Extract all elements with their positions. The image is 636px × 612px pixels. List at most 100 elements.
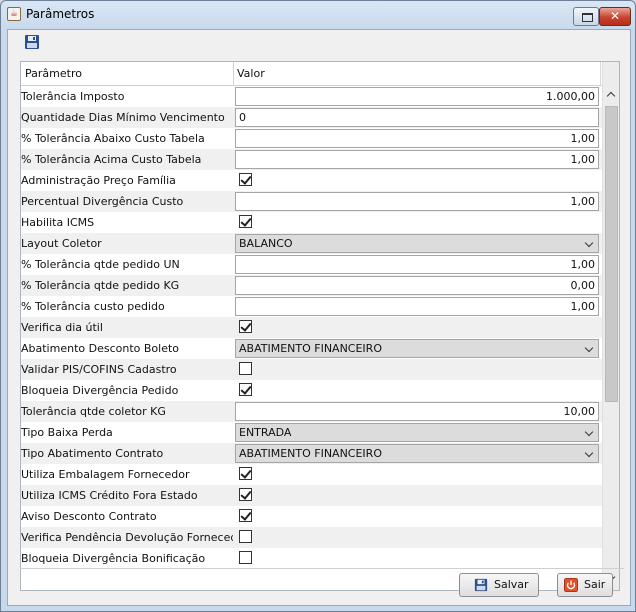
parameter-label: Tipo Abatimento Contrato: [21, 447, 164, 460]
parameter-label: Utiliza ICMS Crédito Fora Estado: [21, 489, 198, 502]
table-row: Tipo Abatimento Contrato ABATIMENTO FINAN…: [21, 443, 602, 464]
parameter-checkbox[interactable]: [239, 467, 252, 480]
parameter-value-field[interactable]: 1.000,00: [235, 87, 599, 106]
parameter-value-cell: 1,00: [235, 129, 599, 148]
parameter-label: Layout Coletor: [21, 237, 102, 250]
vertical-scrollbar[interactable]: [602, 62, 619, 590]
floppy-disk-icon: [474, 578, 488, 592]
parameter-value-cell: [235, 528, 599, 547]
parameters-table: Parâmetro Valor Tolerância Imposto 1.000,…: [20, 61, 620, 591]
parameter-value-field[interactable]: 0,00: [235, 276, 599, 295]
table-header: Parâmetro Valor: [21, 62, 602, 86]
parameter-label: Bloqueia Divergência Bonificação: [21, 552, 206, 565]
save-button[interactable]: Salvar: [459, 573, 539, 597]
java-cup-icon: ☕: [7, 7, 21, 21]
parameter-label: Tolerância Imposto: [21, 90, 125, 103]
parameter-label: % Tolerância qtde pedido KG: [21, 279, 180, 292]
column-header-parametro[interactable]: Parâmetro: [25, 62, 82, 86]
parameter-value-field[interactable]: 1,00: [235, 297, 599, 316]
parameter-value-select[interactable]: BALANCO: [235, 234, 599, 253]
table-row: Bloqueia Divergência Pedido: [21, 380, 602, 401]
parameter-label: % Tolerância qtde pedido UN: [21, 258, 180, 271]
parameter-checkbox[interactable]: [239, 488, 252, 501]
scroll-thumb[interactable]: [605, 106, 618, 402]
table-row: Verifica Pendência Devolução Fornecedor: [21, 527, 602, 548]
table-row: % Tolerância qtde pedido UN 1,00: [21, 254, 602, 275]
table-row: % Tolerância Acima Custo Tabela 1,00: [21, 149, 602, 170]
parameter-value-cell: [235, 360, 599, 379]
parameter-label: Administração Preço Família: [21, 174, 176, 187]
parameter-checkbox[interactable]: [239, 551, 252, 564]
table-row: Administração Preço Família: [21, 170, 602, 191]
parameter-value-field[interactable]: 10,00: [235, 402, 599, 421]
parameter-checkbox[interactable]: [239, 173, 252, 186]
parameter-value-cell: 1,00: [235, 192, 599, 211]
select-value: ENTRADA: [239, 426, 292, 439]
table-body: Tolerância Imposto 1.000,00 Quantidade Dia…: [21, 86, 602, 590]
close-button[interactable]: ✕: [599, 7, 631, 26]
parameter-value-cell: 1,00: [235, 255, 599, 274]
title-bar[interactable]: ☕ Parâmetros ✕: [1, 1, 635, 29]
parameter-checkbox[interactable]: [239, 530, 252, 543]
table-row: % Tolerância Abaixo Custo Tabela 1,00: [21, 128, 602, 149]
parameter-label: Habilita ICMS: [21, 216, 95, 229]
table-row: Percentual Divergência Custo 1,00: [21, 191, 602, 212]
parameter-value-field[interactable]: 0: [235, 108, 599, 127]
parameter-value-cell: [235, 486, 599, 505]
chevron-down-icon: [584, 448, 594, 458]
parameter-label: Tolerância qtde coletor KG: [21, 405, 166, 418]
parameter-value-cell: 0,00: [235, 276, 599, 295]
chevron-down-icon: [584, 238, 594, 248]
parameter-value-cell: BALANCO: [235, 234, 599, 253]
scroll-up-button[interactable]: [603, 86, 620, 103]
table-row: % Tolerância custo pedido 1,00: [21, 296, 602, 317]
parameter-checkbox[interactable]: [239, 362, 252, 375]
table-row: Layout Coletor BALANCO: [21, 233, 602, 254]
table-row: Quantidade Dias Mínimo Vencimento 0: [21, 107, 602, 128]
parameter-value-cell: [235, 213, 599, 232]
parameter-value-select[interactable]: ENTRADA: [235, 423, 599, 442]
parameter-value-cell: 10,00: [235, 402, 599, 421]
parameter-value-cell: [235, 465, 599, 484]
maximize-button[interactable]: [573, 7, 599, 26]
select-value: ABATIMENTO FINANCEIRO: [239, 342, 382, 355]
column-header-valor[interactable]: Valor: [237, 62, 265, 86]
column-divider-right: [600, 62, 601, 86]
parameter-label: % Tolerância Abaixo Custo Tabela: [21, 132, 205, 145]
button-bar: Salvar Sair: [20, 568, 624, 602]
chevron-down-icon: [584, 427, 594, 437]
exit-button-label: Sair: [584, 578, 606, 591]
parameter-checkbox[interactable]: [239, 320, 252, 333]
save-button-label: Salvar: [494, 578, 529, 591]
parameter-checkbox[interactable]: [239, 215, 252, 228]
parameter-checkbox[interactable]: [239, 509, 252, 522]
parameter-value-cell: [235, 381, 599, 400]
parameter-checkbox[interactable]: [239, 383, 252, 396]
parameter-value-field[interactable]: 1,00: [235, 192, 599, 211]
table-row: Habilita ICMS: [21, 212, 602, 233]
parameter-label: % Tolerância Acima Custo Tabela: [21, 153, 202, 166]
table-row: Validar PIS/COFINS Cadastro: [21, 359, 602, 380]
parameter-value-select[interactable]: ABATIMENTO FINANCEIRO: [235, 444, 599, 463]
table-row: Abatimento Desconto Boleto ABATIMENTO FIN…: [21, 338, 602, 359]
parameter-label: Aviso Desconto Contrato: [21, 510, 157, 523]
parameter-label: Tipo Baixa Perda: [21, 426, 113, 439]
parameter-value-field[interactable]: 1,00: [235, 129, 599, 148]
client-area: Parâmetro Valor Tolerância Imposto 1.000,…: [7, 29, 631, 606]
table-row: Tipo Baixa Perda ENTRADA: [21, 422, 602, 443]
chevron-down-icon: [584, 343, 594, 353]
table-row: Verifica dia útil: [21, 317, 602, 338]
exit-button[interactable]: Sair: [557, 573, 613, 597]
select-value: BALANCO: [239, 237, 293, 250]
select-value: ABATIMENTO FINANCEIRO: [239, 447, 382, 460]
parameter-value-cell: ENTRADA: [235, 423, 599, 442]
column-divider[interactable]: [233, 62, 234, 86]
floppy-disk-icon[interactable]: [24, 34, 40, 50]
parameter-label: Percentual Divergência Custo: [21, 195, 184, 208]
table-row: Utiliza ICMS Crédito Fora Estado: [21, 485, 602, 506]
parameter-value-field[interactable]: 1,00: [235, 150, 599, 169]
parameter-value-cell: 1.000,00: [235, 87, 599, 106]
parameter-value-select[interactable]: ABATIMENTO FINANCEIRO: [235, 339, 599, 358]
window-title: Parâmetros: [26, 7, 95, 21]
parameter-value-field[interactable]: 1,00: [235, 255, 599, 274]
